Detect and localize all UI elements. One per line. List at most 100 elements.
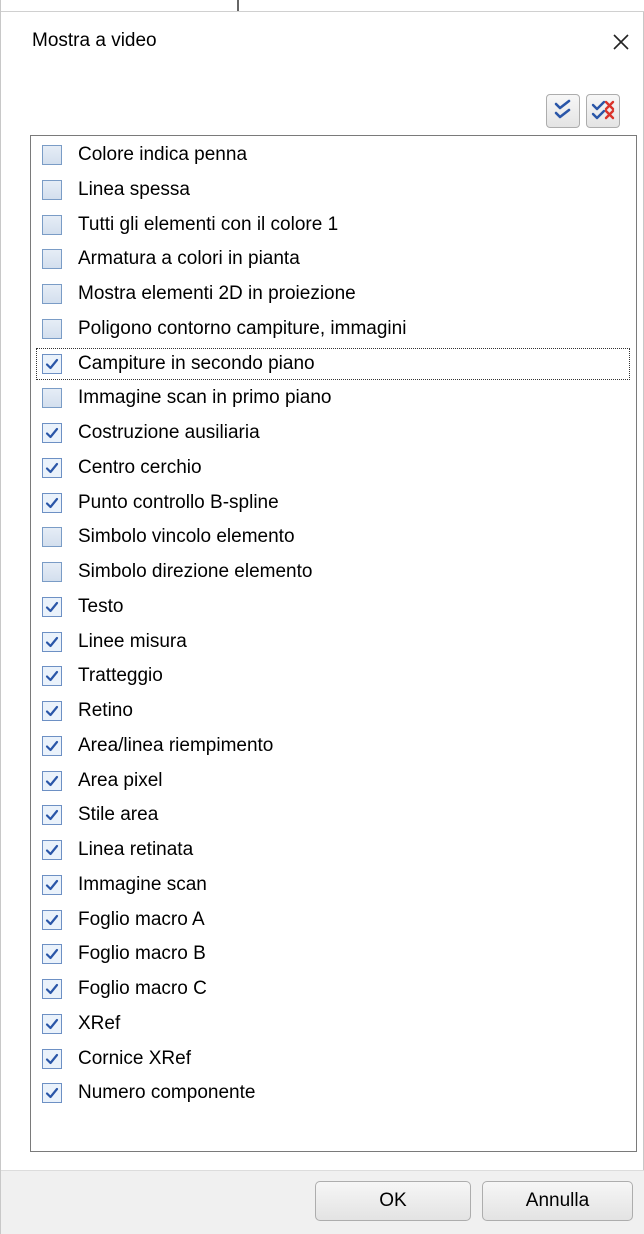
list-item[interactable]: Linee misura: [35, 625, 631, 659]
checkbox[interactable]: [42, 179, 62, 200]
checkbox[interactable]: [42, 423, 62, 443]
list-item[interactable]: Immagine scan in primo piano: [35, 381, 631, 415]
list-item-label: Mostra elementi 2D in proiezione: [78, 283, 356, 304]
list-item-label: Armatura a colori in pianta: [78, 248, 300, 270]
checkmark-icon: [45, 497, 59, 508]
checkbox[interactable]: [42, 457, 62, 478]
list-item-label: Simbolo direzione elemento: [78, 561, 313, 582]
checkbox[interactable]: [42, 562, 62, 582]
list-item[interactable]: Foglio macro B: [35, 937, 631, 971]
check-all-icon: [554, 99, 571, 119]
list-item[interactable]: Poligono contorno campiture, immagini: [35, 312, 631, 346]
checkbox[interactable]: [42, 145, 62, 165]
list-item[interactable]: Simbolo direzione elemento: [35, 555, 631, 589]
list-item-label: Simbolo vincolo elemento: [78, 526, 295, 548]
checkmark-icon: [45, 983, 59, 995]
checkbox[interactable]: [42, 353, 62, 374]
list-item-label: Foglio macro A: [78, 908, 205, 930]
checkmark-icon: [45, 671, 59, 682]
checkbox[interactable]: [42, 805, 62, 826]
list-item[interactable]: Foglio macro A: [35, 903, 631, 937]
checkbox[interactable]: [42, 909, 62, 930]
list-item[interactable]: Stile area: [35, 798, 631, 832]
list-item[interactable]: Tratteggio: [35, 659, 631, 693]
checkmark-icon: [45, 740, 59, 751]
checkmark-icon: [45, 636, 59, 647]
checkmark-icon: [45, 601, 59, 612]
list-item[interactable]: Armatura a colori in pianta: [35, 242, 631, 276]
dialog-title: Mostra a video: [32, 30, 157, 51]
list-item-label: Immagine scan in primo piano: [78, 387, 332, 409]
list-item[interactable]: Linea spessa: [35, 173, 631, 207]
list-item-label: Foglio macro B: [78, 943, 206, 965]
checkmark-icon: [45, 914, 59, 925]
list-item[interactable]: Testo: [35, 590, 631, 624]
list-item[interactable]: Mostra elementi 2D in proiezione: [35, 277, 631, 311]
list-item-label: Numero componente: [78, 1082, 256, 1104]
list-item-label: Foglio macro C: [78, 978, 207, 999]
list-item[interactable]: Cornice XRef: [35, 1042, 631, 1076]
list-item-label: Retino: [78, 700, 133, 721]
checkbox[interactable]: [42, 1083, 62, 1104]
checkbox[interactable]: [42, 249, 62, 270]
cancel-button[interactable]: Annulla: [482, 1181, 633, 1221]
checkmark-icon: [45, 358, 59, 369]
list-item-label: Stile area: [78, 804, 159, 826]
checkbox[interactable]: [42, 701, 62, 721]
checkbox[interactable]: [42, 840, 62, 860]
list-item[interactable]: Centro cerchio: [35, 451, 631, 485]
display-options-dialog: Mostra a video Colore indica penna Linea …: [0, 0, 644, 1234]
list-item[interactable]: Area/linea riempimento: [35, 729, 631, 763]
checkmark-icon: [45, 1018, 59, 1029]
checkbox[interactable]: [42, 492, 62, 513]
list-item[interactable]: Area pixel: [35, 764, 631, 798]
checkbox[interactable]: [42, 1013, 62, 1034]
list-item[interactable]: Tutti gli elementi con il colore 1: [35, 208, 631, 242]
list-item-label: Immagine scan: [78, 873, 207, 895]
list-item[interactable]: Numero componente: [35, 1076, 631, 1110]
list-item-label: Centro cerchio: [78, 456, 202, 478]
checkbox[interactable]: [42, 318, 62, 339]
list-item-label: Colore indica penna: [78, 144, 248, 165]
checkbox[interactable]: [42, 735, 62, 756]
checkbox[interactable]: [42, 666, 62, 687]
checkmark-icon: [45, 810, 59, 821]
list-item[interactable]: Colore indica penna: [35, 138, 631, 172]
checkmark-icon: [45, 1053, 59, 1064]
ok-button[interactable]: OK: [315, 1181, 471, 1221]
list-item[interactable]: XRef: [35, 1007, 631, 1041]
checkbox[interactable]: [42, 284, 62, 304]
list-item-label: Tratteggio: [78, 665, 163, 687]
list-item[interactable]: Campiture in secondo piano: [35, 347, 631, 381]
list-item-label: Punto controllo B-spline: [78, 491, 279, 513]
list-item[interactable]: Foglio macro C: [35, 972, 631, 1006]
list-item-label: XRef: [78, 1012, 121, 1034]
list-item[interactable]: Retino: [35, 694, 631, 728]
list-item-label: Cornice XRef: [78, 1047, 191, 1069]
checkbox[interactable]: [42, 631, 62, 652]
checkbox[interactable]: [42, 214, 62, 235]
checkbox[interactable]: [42, 944, 62, 965]
checkbox[interactable]: [42, 1048, 62, 1069]
checkmark-icon: [45, 775, 59, 786]
checkmark-icon: [45, 949, 59, 960]
list-item[interactable]: Punto controllo B-spline: [35, 486, 631, 520]
options-checklist[interactable]: Colore indica penna Linea spessa Tutti gli…: [30, 135, 637, 1152]
select-all-button[interactable]: [546, 94, 580, 128]
checkbox[interactable]: [42, 979, 62, 999]
checkmark-icon: [45, 879, 59, 890]
list-item[interactable]: Costruzione ausiliaria: [35, 416, 631, 450]
list-item[interactable]: Simbolo vincolo elemento: [35, 520, 631, 554]
checkmark-icon: [45, 705, 59, 717]
close-icon[interactable]: [605, 26, 637, 58]
checkbox[interactable]: [42, 770, 62, 791]
checkbox[interactable]: [42, 388, 62, 409]
list-item[interactable]: Immagine scan: [35, 868, 631, 902]
deselect-all-button[interactable]: [586, 94, 620, 128]
checkbox[interactable]: [42, 527, 62, 548]
list-item[interactable]: Linea retinata: [35, 833, 631, 867]
checkbox[interactable]: [42, 596, 62, 617]
checkmark-icon: [45, 1088, 59, 1099]
checkbox[interactable]: [42, 874, 62, 895]
list-item-label: Area pixel: [78, 769, 163, 791]
